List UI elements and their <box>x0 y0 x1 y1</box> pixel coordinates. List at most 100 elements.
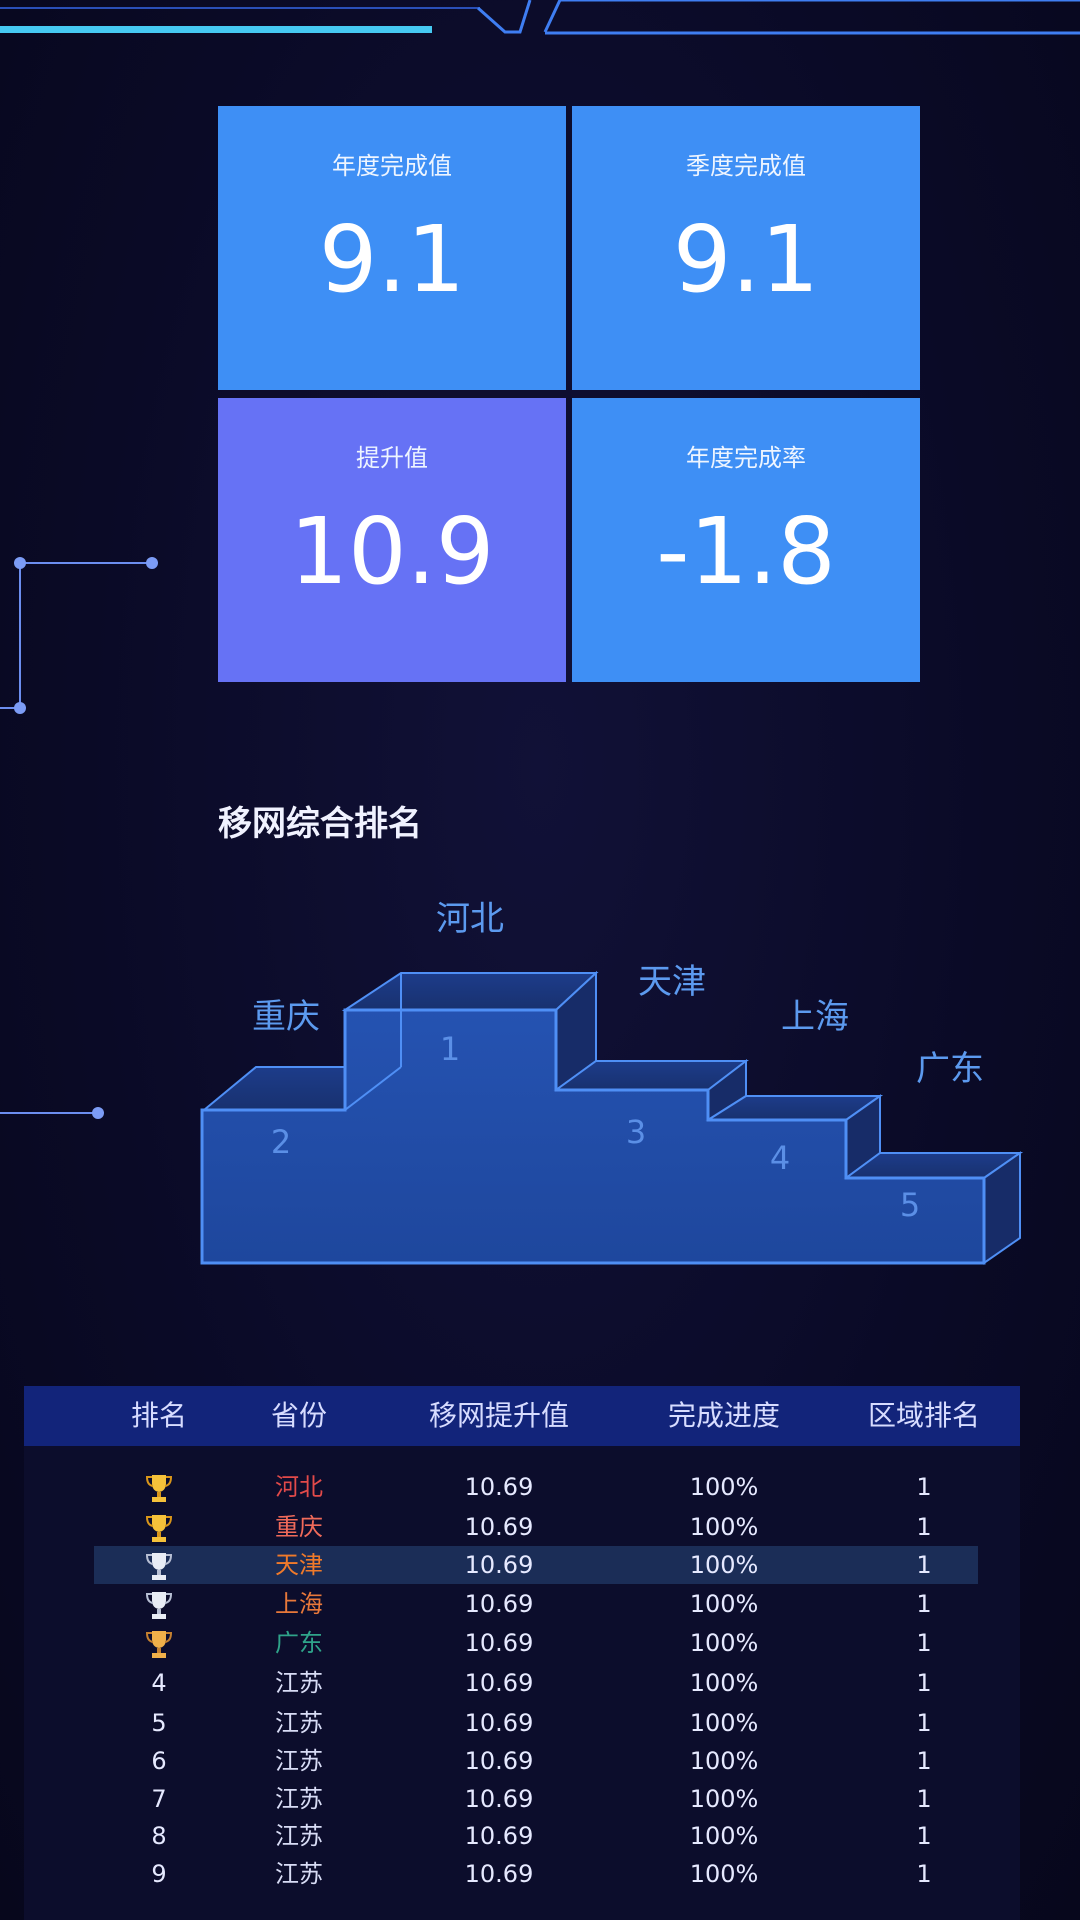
cell-province: 天津 <box>275 1551 323 1579</box>
cell-value: 10.69 <box>464 1747 534 1775</box>
cell-province: 江苏 <box>275 1669 323 1697</box>
card-value: -1.8 <box>656 498 836 605</box>
cell-area-rank: 1 <box>916 1747 932 1775</box>
cell-rank <box>94 1585 224 1623</box>
podium-place-number: 4 <box>770 1139 790 1177</box>
cell-province: 广东 <box>275 1629 323 1657</box>
cell-area-rank: 1 <box>916 1629 932 1657</box>
header-rank: 排名 <box>130 1399 187 1432</box>
card-label: 提升值 <box>356 444 428 472</box>
podium-province-name: 天津 <box>638 962 706 1002</box>
cell-value: 10.69 <box>464 1822 534 1850</box>
cell-value: 10.69 <box>464 1590 534 1618</box>
podium-place-number: 5 <box>900 1186 920 1224</box>
table-row[interactable]: 5 江苏 10.69 100% 1 <box>24 1704 1020 1742</box>
table-row[interactable]: 上海 10.69 100% 1 <box>24 1585 1020 1623</box>
ranking-table-body: 河北 10.69 100% 1 重庆 10.69 100% 1 天津 10.69 100% 1 上海 10… <box>24 1446 1020 1920</box>
annual-completion-card: 年度完成值 9.1 <box>218 106 566 390</box>
cell-value: 10.69 <box>464 1709 534 1737</box>
header-progress: 完成进度 <box>667 1399 780 1432</box>
cell-area-rank: 1 <box>916 1473 932 1501</box>
cell-progress: 100% <box>689 1551 759 1579</box>
cell-progress: 100% <box>689 1590 759 1618</box>
cell-province: 江苏 <box>275 1747 323 1775</box>
table-row[interactable]: 9 江苏 10.69 100% 1 <box>24 1855 1020 1893</box>
table-row[interactable]: 8 江苏 10.69 100% 1 <box>24 1817 1020 1855</box>
cell-value: 10.69 <box>464 1513 534 1541</box>
card-label: 年度完成值 <box>332 152 452 180</box>
card-value: 9.1 <box>672 206 820 313</box>
cell-rank: 6 <box>151 1747 167 1775</box>
cell-province: 重庆 <box>275 1513 323 1541</box>
cell-progress: 100% <box>689 1629 759 1657</box>
cell-value: 10.69 <box>464 1785 534 1813</box>
podium-province-name: 上海 <box>781 997 849 1037</box>
cell-rank: 5 <box>151 1709 167 1737</box>
card-value: 9.1 <box>318 206 466 313</box>
cell-value: 10.69 <box>464 1473 534 1501</box>
cell-rank: 9 <box>151 1860 167 1888</box>
gold-trophy-icon <box>146 1515 172 1542</box>
cell-progress: 100% <box>689 1513 759 1541</box>
cell-province: 江苏 <box>275 1860 323 1888</box>
cell-province: 河北 <box>275 1473 323 1501</box>
cell-area-rank: 1 <box>916 1590 932 1618</box>
cell-area-rank: 1 <box>916 1785 932 1813</box>
cell-rank: 7 <box>151 1785 167 1813</box>
quarter-completion-card: 季度完成值 9.1 <box>572 106 920 390</box>
cell-rank: 4 <box>151 1669 167 1697</box>
cell-province: 上海 <box>275 1590 323 1618</box>
cell-value: 10.69 <box>464 1629 534 1657</box>
card-value: 10.9 <box>289 498 495 605</box>
cell-progress: 100% <box>689 1785 759 1813</box>
cell-area-rank: 1 <box>916 1551 932 1579</box>
podium-province-name: 河北 <box>436 899 504 939</box>
gold-trophy-icon <box>146 1475 172 1502</box>
cell-area-rank: 1 <box>916 1669 932 1697</box>
podium-place-number: 3 <box>626 1113 646 1151</box>
cell-progress: 100% <box>689 1709 759 1737</box>
cell-progress: 100% <box>689 1822 759 1850</box>
cell-area-rank: 1 <box>916 1709 932 1737</box>
silver-trophy-icon <box>146 1553 172 1580</box>
table-row[interactable]: 7 江苏 10.69 100% 1 <box>24 1780 1020 1818</box>
cell-province: 江苏 <box>275 1785 323 1813</box>
podium-place-number: 1 <box>440 1030 460 1068</box>
table-row[interactable]: 4 江苏 10.69 100% 1 <box>24 1664 1020 1702</box>
table-row[interactable]: 天津 10.69 100% 1 <box>24 1546 1020 1584</box>
cell-progress: 100% <box>689 1860 759 1888</box>
header-area-rank: 区域排名 <box>867 1399 980 1432</box>
table-row[interactable]: 广东 10.69 100% 1 <box>24 1624 1020 1662</box>
cell-progress: 100% <box>689 1747 759 1775</box>
table-row[interactable]: 6 江苏 10.69 100% 1 <box>24 1742 1020 1780</box>
silver-trophy-icon <box>146 1592 172 1619</box>
cell-rank: 8 <box>151 1822 167 1850</box>
cell-province: 江苏 <box>275 1822 323 1850</box>
ranking-podium: 1 2 3 4 5 河北 重庆 天津 上海 广东 <box>200 899 1024 1265</box>
section-title: 移网综合排名 <box>218 804 422 844</box>
bronze-trophy-icon <box>146 1631 172 1658</box>
cell-province: 江苏 <box>275 1709 323 1737</box>
table-row[interactable]: 重庆 10.69 100% 1 <box>24 1508 1020 1546</box>
cell-progress: 100% <box>689 1473 759 1501</box>
cell-area-rank: 1 <box>916 1822 932 1850</box>
cell-area-rank: 1 <box>916 1513 932 1541</box>
podium-province-name: 广东 <box>916 1049 984 1089</box>
ranking-table-header: 排名 省份 移网提升值 完成进度 区域排名 <box>24 1386 1020 1446</box>
header-province: 省份 <box>270 1399 327 1432</box>
circuit-decoration <box>0 557 158 1119</box>
cell-rank <box>94 1546 224 1584</box>
cell-area-rank: 1 <box>916 1860 932 1888</box>
card-label: 季度完成值 <box>686 152 806 180</box>
cell-progress: 100% <box>689 1669 759 1697</box>
cell-value: 10.69 <box>464 1551 534 1579</box>
cell-rank <box>94 1468 224 1506</box>
podium-province-name: 重庆 <box>252 997 320 1037</box>
table-row[interactable]: 河北 10.69 100% 1 <box>24 1468 1020 1506</box>
cell-value: 10.69 <box>464 1669 534 1697</box>
cell-rank <box>94 1508 224 1546</box>
header-improvement-value: 移网提升值 <box>428 1399 569 1432</box>
improvement-value-card: 提升值 10.9 <box>218 398 566 682</box>
cell-value: 10.69 <box>464 1860 534 1888</box>
cell-rank <box>94 1624 224 1662</box>
